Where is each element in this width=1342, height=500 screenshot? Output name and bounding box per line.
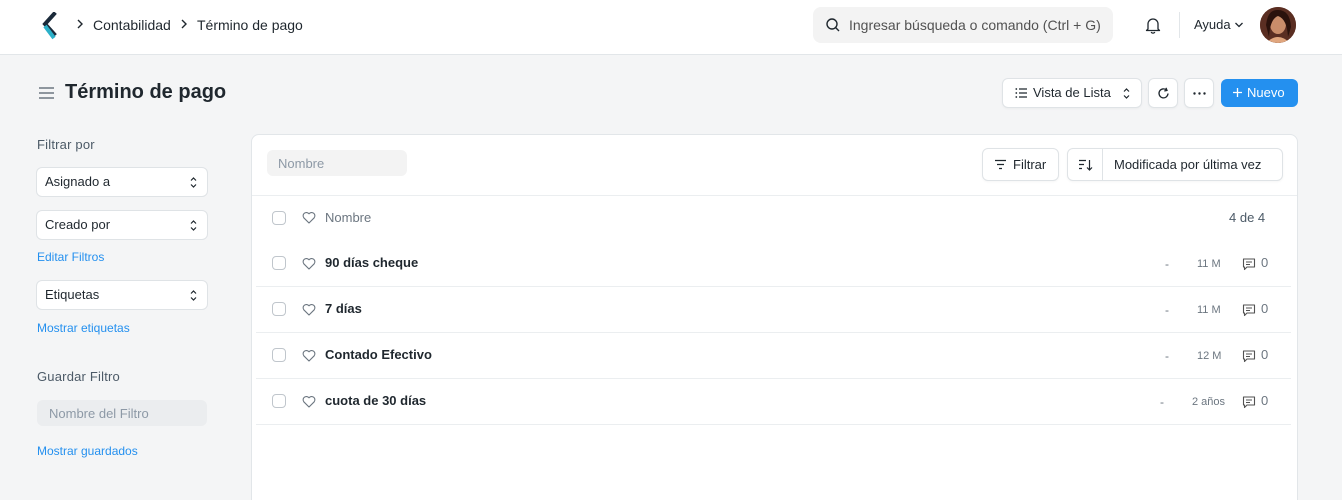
more-dots-icon (1193, 92, 1206, 95)
row-comment-count: 0 (1261, 255, 1269, 270)
filter-name-input[interactable]: Nombre del Filtro (37, 400, 207, 426)
navbar: Contabilidad Término de pago Ingresar bú… (0, 0, 1342, 55)
row-divider (256, 424, 1291, 425)
more-actions-button[interactable] (1184, 78, 1214, 108)
tags-select-label: Etiquetas (45, 287, 100, 302)
heart-icon[interactable] (302, 211, 316, 224)
comment-icon[interactable] (1242, 303, 1256, 317)
comment-icon[interactable] (1242, 349, 1256, 363)
page-title: Término de pago (65, 81, 227, 103)
comment-icon[interactable] (1242, 257, 1256, 271)
search-placeholder: Ingresar búsqueda o comando (Ctrl + G) (849, 17, 1101, 33)
row-status-dash: - (1165, 349, 1169, 363)
plus-icon (1233, 88, 1242, 97)
row-comment-count: 0 (1261, 347, 1269, 362)
name-filter-input[interactable]: Nombre (267, 150, 407, 176)
refresh-button[interactable] (1148, 78, 1178, 108)
app-logo-icon[interactable] (40, 12, 60, 40)
row-checkbox[interactable] (272, 348, 286, 362)
sort-control[interactable]: Modificada por última vez (1067, 148, 1283, 181)
sidebar-toggle-icon[interactable] (38, 85, 55, 101)
save-filter-heading: Guardar Filtro (37, 369, 120, 384)
sort-order-icon[interactable] (1078, 158, 1093, 172)
updown-chevron-icon (190, 290, 197, 301)
name-filter-placeholder: Nombre (278, 156, 325, 171)
row-modified-time: 11 M (1197, 258, 1221, 270)
filter-created-by-label: Creado por (45, 217, 111, 232)
filter-name-placeholder: Nombre del Filtro (49, 406, 149, 421)
row-status-dash: - (1165, 303, 1169, 317)
edit-filters-link[interactable]: Editar Filtros (37, 250, 104, 265)
row-modified-time: 2 años (1192, 396, 1226, 408)
list-panel (251, 134, 1298, 500)
updown-chevron-icon (190, 220, 197, 231)
chevron-down-icon[interactable] (1234, 21, 1244, 29)
show-tags-link[interactable]: Mostrar etiquetas (37, 321, 130, 336)
search-bar[interactable]: Ingresar búsqueda o comando (Ctrl + G) (813, 7, 1113, 43)
list-view-selector[interactable]: Vista de Lista (1002, 78, 1142, 108)
list-icon (1015, 88, 1027, 98)
updown-chevron-icon (190, 177, 197, 188)
sort-divider (1102, 149, 1103, 180)
column-header-name: Nombre (325, 210, 372, 225)
updown-chevron-icon (1123, 88, 1130, 99)
heart-icon[interactable] (302, 395, 316, 408)
filter-assigned-to[interactable]: Asignado a (36, 167, 208, 197)
user-avatar[interactable] (1260, 7, 1296, 43)
avatar-image (1260, 7, 1296, 43)
row-title-link[interactable]: 7 días (325, 301, 362, 317)
breadcrumb-chevron-icon (77, 19, 83, 29)
row-checkbox[interactable] (272, 302, 286, 316)
new-button[interactable]: Nuevo (1221, 79, 1298, 107)
filter-button-label: Filtrar (1013, 157, 1047, 172)
filter-button[interactable]: Filtrar (982, 148, 1059, 181)
filter-by-heading: Filtrar por (37, 137, 95, 152)
comment-icon[interactable] (1242, 395, 1256, 409)
filter-icon (995, 159, 1006, 170)
row-title-link[interactable]: Contado Efectivo (325, 347, 432, 363)
row-divider (256, 378, 1291, 379)
row-modified-time: 12 M (1197, 350, 1222, 362)
refresh-icon (1158, 87, 1169, 99)
list-header-divider (252, 195, 1297, 196)
row-comment-count: 0 (1261, 393, 1269, 408)
row-title-link[interactable]: 90 días cheque (325, 255, 418, 271)
row-modified-time: 11 M (1197, 304, 1221, 316)
row-title-link[interactable]: cuota de 30 días (325, 393, 426, 409)
help-menu[interactable]: Ayuda (1194, 17, 1231, 33)
record-count: 4 de 4 (1229, 210, 1266, 225)
breadcrumb-chevron-icon (181, 19, 187, 29)
row-checkbox[interactable] (272, 394, 286, 408)
select-all-checkbox[interactable] (272, 211, 286, 225)
row-status-dash: - (1160, 395, 1164, 409)
row-divider (256, 332, 1291, 333)
show-saved-link[interactable]: Mostrar guardados (37, 444, 138, 459)
tags-select[interactable]: Etiquetas (36, 280, 208, 310)
filter-created-by[interactable]: Creado por (36, 210, 208, 240)
heart-icon[interactable] (302, 349, 316, 362)
heart-icon[interactable] (302, 303, 316, 316)
notifications-bell-icon[interactable] (1144, 16, 1162, 34)
new-button-label: Nuevo (1247, 85, 1285, 100)
filter-assigned-to-label: Asignado a (45, 174, 111, 189)
navbar-divider (1179, 12, 1180, 38)
row-divider (256, 286, 1291, 287)
heart-icon[interactable] (302, 257, 316, 270)
breadcrumb-termino-de-pago[interactable]: Término de pago (197, 16, 303, 34)
breadcrumb-contabilidad[interactable]: Contabilidad (93, 16, 171, 34)
row-status-dash: - (1165, 257, 1169, 271)
sort-field-label[interactable]: Modificada por última vez (1114, 157, 1261, 173)
list-view-label: Vista de Lista (1033, 85, 1111, 100)
row-checkbox[interactable] (272, 256, 286, 270)
search-icon (826, 18, 840, 32)
row-comment-count: 0 (1261, 301, 1269, 316)
